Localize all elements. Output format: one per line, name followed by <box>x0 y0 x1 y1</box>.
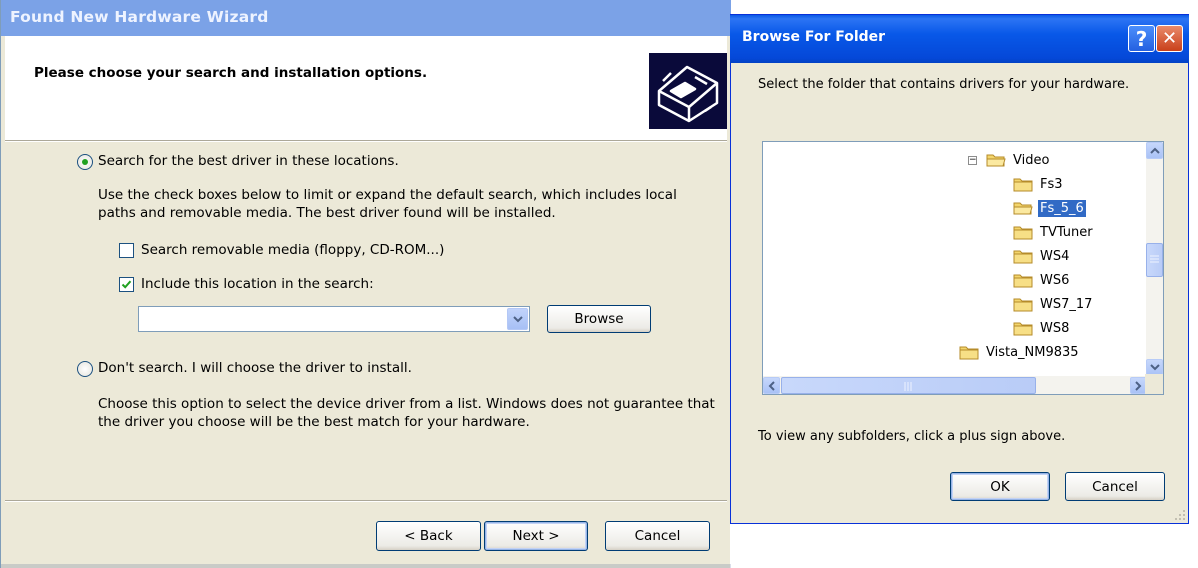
horizontal-scroll-thumb[interactable] <box>781 377 1036 394</box>
chevron-left-icon <box>768 381 775 391</box>
collapse-icon[interactable]: − <box>968 156 977 165</box>
tree-item-ws4[interactable]: WS4 <box>1013 245 1071 267</box>
dont-search-description: Choose this option to select the device … <box>98 396 715 430</box>
wizard-titlebar[interactable]: Found New Hardware Wizard <box>1 0 731 36</box>
ok-button[interactable]: OK <box>950 472 1050 501</box>
close-icon: ✕ <box>1161 28 1178 49</box>
back-button[interactable]: < Back <box>376 521 481 551</box>
chevron-down-icon <box>513 316 523 323</box>
help-icon: ? <box>1135 26 1148 51</box>
open-folder-icon <box>1013 200 1033 216</box>
tree-item-label: WS6 <box>1040 272 1070 288</box>
header-separator-highlight <box>5 141 727 142</box>
scroll-up-button[interactable] <box>1146 142 1163 159</box>
folder-icon <box>1013 272 1033 288</box>
search-best-driver-radio[interactable] <box>77 154 93 170</box>
subfolder-hint: To view any subfolders, click a plus sig… <box>758 429 1066 444</box>
browse-for-folder-dialog: Browse For Folder ? ✕ Select the folder … <box>730 14 1189 524</box>
tree-item-label: WS4 <box>1040 248 1070 264</box>
wizard-title: Found New Hardware Wizard <box>10 8 269 26</box>
vertical-scrollbar[interactable] <box>1146 142 1163 376</box>
tree-item-ws8[interactable]: WS8 <box>1013 317 1071 339</box>
wizard-header: Please choose your search and installati… <box>5 36 727 140</box>
search-description: Use the check boxes below to limit or ex… <box>98 187 677 221</box>
search-best-driver-label[interactable]: Search for the best driver in these loca… <box>98 153 399 169</box>
folder-icon <box>959 344 979 360</box>
browse-prompt: Select the folder that contains drivers … <box>758 77 1130 92</box>
dont-search-label[interactable]: Don't search. I will choose the driver t… <box>98 360 412 376</box>
window-bottom-edge <box>1 564 731 568</box>
tree-item-ws7-17[interactable]: WS7_17 <box>1013 293 1094 315</box>
tree-item-label: WS8 <box>1040 320 1070 336</box>
removable-media-checkbox[interactable] <box>119 243 134 258</box>
open-folder-icon <box>986 152 1006 168</box>
folder-tree[interactable]: − Video Fs3 Fs_5_6 TVTuner WS4 WS6 WS7_1… <box>762 141 1164 395</box>
resize-grip-icon[interactable] <box>1174 509 1186 521</box>
tree-item-label: Vista_NM9835 <box>986 344 1079 360</box>
tree-item-ws6[interactable]: WS6 <box>1013 269 1071 291</box>
horizontal-scrollbar[interactable] <box>763 376 1147 394</box>
scroll-left-button[interactable] <box>763 377 780 394</box>
include-location-checkbox[interactable] <box>119 277 134 292</box>
wizard-heading: Please choose your search and installati… <box>34 65 428 81</box>
tree-item-fs-5-6[interactable]: Fs_5_6 <box>1013 197 1087 219</box>
chevron-down-icon <box>1150 364 1160 371</box>
folder-icon <box>1013 296 1033 312</box>
tree-item-video[interactable]: Video <box>986 149 1051 171</box>
chevron-right-icon <box>1135 381 1142 391</box>
tree-item-label: Video <box>1013 152 1050 168</box>
scrollbar-corner <box>1145 374 1163 394</box>
found-new-hardware-wizard-window: Found New Hardware Wizard Please choose … <box>0 0 731 568</box>
hardware-icon <box>649 53 727 129</box>
cancel-button[interactable]: Cancel <box>605 521 710 551</box>
next-button[interactable]: Next > <box>484 521 588 551</box>
dont-search-radio[interactable] <box>77 361 93 377</box>
folder-icon <box>1013 176 1033 192</box>
tree-item-label: TVTuner <box>1040 224 1093 240</box>
browse-button[interactable]: Browse <box>547 305 651 333</box>
browse-cancel-button[interactable]: Cancel <box>1065 472 1165 501</box>
browse-titlebar[interactable]: Browse For Folder ? ✕ <box>730 15 1189 63</box>
folder-icon <box>1013 248 1033 264</box>
location-dropdown-button[interactable] <box>507 308 528 330</box>
browse-title: Browse For Folder <box>742 29 886 45</box>
tree-item-tvtuner[interactable]: TVTuner <box>1013 221 1095 243</box>
chevron-up-icon <box>1150 147 1160 154</box>
folder-icon <box>1013 320 1033 336</box>
close-button[interactable]: ✕ <box>1156 25 1183 52</box>
checkmark-icon <box>121 280 132 289</box>
removable-media-label[interactable]: Search removable media (floppy, CD-ROM..… <box>141 242 444 258</box>
tree-item-fs3[interactable]: Fs3 <box>1013 173 1065 195</box>
include-location-label[interactable]: Include this location in the search: <box>141 276 374 292</box>
location-combobox[interactable] <box>138 306 530 332</box>
help-button[interactable]: ? <box>1128 25 1155 52</box>
tree-item-label-selected: Fs_5_6 <box>1037 198 1087 218</box>
vertical-scroll-thumb[interactable] <box>1146 243 1163 277</box>
tree-item-label: Fs3 <box>1040 176 1063 192</box>
tree-item-vista-nm9835[interactable]: Vista_NM9835 <box>959 341 1081 363</box>
tree-item-label: WS7_17 <box>1040 296 1093 312</box>
footer-separator-highlight <box>5 501 727 502</box>
folder-icon <box>1013 224 1033 240</box>
